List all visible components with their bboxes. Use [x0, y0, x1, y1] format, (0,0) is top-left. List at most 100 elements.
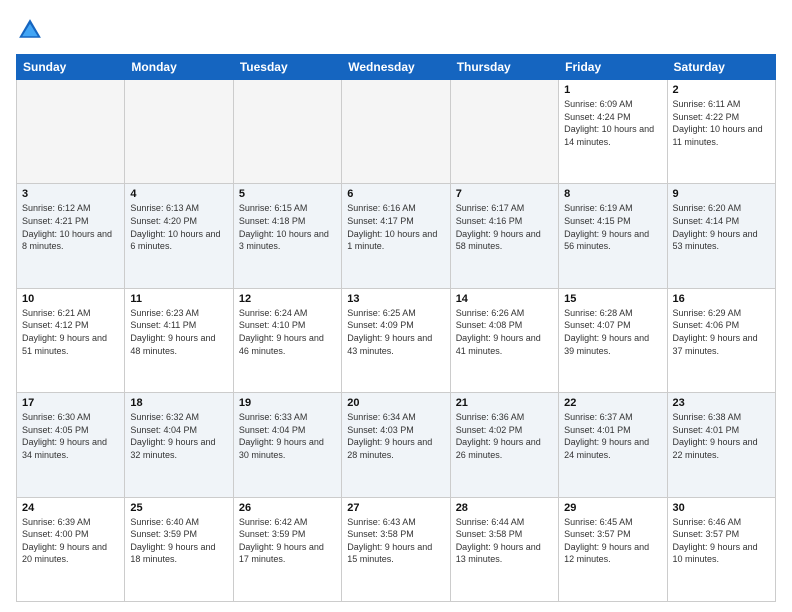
header — [16, 16, 776, 44]
day-number: 20 — [347, 397, 444, 409]
calendar-cell: 17 Sunrise: 6:30 AM Sunset: 4:05 PM Dayli… — [17, 393, 125, 497]
day-info: Sunrise: 6:23 AM Sunset: 4:11 PM Dayligh… — [130, 307, 227, 357]
day-info: Sunrise: 6:40 AM Sunset: 3:59 PM Dayligh… — [130, 516, 227, 566]
calendar-cell — [233, 80, 341, 184]
calendar-cell: 20 Sunrise: 6:34 AM Sunset: 4:03 PM Dayli… — [342, 393, 450, 497]
day-number: 16 — [673, 293, 770, 305]
day-number: 14 — [456, 293, 553, 305]
day-info: Sunrise: 6:17 AM Sunset: 4:16 PM Dayligh… — [456, 202, 553, 252]
page: SundayMondayTuesdayWednesdayThursdayFrid… — [0, 0, 792, 612]
day-info: Sunrise: 6:29 AM Sunset: 4:06 PM Dayligh… — [673, 307, 770, 357]
day-info: Sunrise: 6:39 AM Sunset: 4:00 PM Dayligh… — [22, 516, 119, 566]
calendar-weekday-sunday: Sunday — [17, 55, 125, 80]
calendar-cell: 26 Sunrise: 6:42 AM Sunset: 3:59 PM Dayli… — [233, 497, 341, 601]
calendar-cell: 7 Sunrise: 6:17 AM Sunset: 4:16 PM Daylig… — [450, 184, 558, 288]
day-info: Sunrise: 6:12 AM Sunset: 4:21 PM Dayligh… — [22, 202, 119, 252]
calendar-cell: 4 Sunrise: 6:13 AM Sunset: 4:20 PM Daylig… — [125, 184, 233, 288]
day-info: Sunrise: 6:34 AM Sunset: 4:03 PM Dayligh… — [347, 411, 444, 461]
day-number: 28 — [456, 502, 553, 514]
day-number: 6 — [347, 188, 444, 200]
day-info: Sunrise: 6:32 AM Sunset: 4:04 PM Dayligh… — [130, 411, 227, 461]
day-info: Sunrise: 6:43 AM Sunset: 3:58 PM Dayligh… — [347, 516, 444, 566]
day-number: 8 — [564, 188, 661, 200]
day-number: 4 — [130, 188, 227, 200]
calendar-week-2: 10 Sunrise: 6:21 AM Sunset: 4:12 PM Dayli… — [17, 288, 776, 392]
calendar-cell: 8 Sunrise: 6:19 AM Sunset: 4:15 PM Daylig… — [559, 184, 667, 288]
calendar-cell: 2Sunrise: 6:11 AM Sunset: 4:22 PM Daylig… — [667, 80, 775, 184]
day-info: Sunrise: 6:26 AM Sunset: 4:08 PM Dayligh… — [456, 307, 553, 357]
calendar-weekday-tuesday: Tuesday — [233, 55, 341, 80]
day-info: Sunrise: 6:16 AM Sunset: 4:17 PM Dayligh… — [347, 202, 444, 252]
calendar-cell: 13Sunrise: 6:25 AM Sunset: 4:09 PM Dayli… — [342, 288, 450, 392]
day-number: 22 — [564, 397, 661, 409]
calendar-cell: 1 Sunrise: 6:09 AM Sunset: 4:24 PM Daylig… — [559, 80, 667, 184]
day-number: 7 — [456, 188, 553, 200]
day-info: Sunrise: 6:24 AM Sunset: 4:10 PM Dayligh… — [239, 307, 336, 357]
day-info: Sunrise: 6:19 AM Sunset: 4:15 PM Dayligh… — [564, 202, 661, 252]
calendar-cell: 23 Sunrise: 6:38 AM Sunset: 4:01 PM Dayli… — [667, 393, 775, 497]
day-number: 26 — [239, 502, 336, 514]
calendar-cell: 3Sunrise: 6:12 AM Sunset: 4:21 PM Daylig… — [17, 184, 125, 288]
day-info: Sunrise: 6:15 AM Sunset: 4:18 PM Dayligh… — [239, 202, 336, 252]
day-number: 25 — [130, 502, 227, 514]
calendar-weekday-thursday: Thursday — [450, 55, 558, 80]
calendar-cell: 9Sunrise: 6:20 AM Sunset: 4:14 PM Daylig… — [667, 184, 775, 288]
calendar-table: SundayMondayTuesdayWednesdayThursdayFrid… — [16, 54, 776, 602]
logo — [16, 16, 48, 44]
day-info: Sunrise: 6:33 AM Sunset: 4:04 PM Dayligh… — [239, 411, 336, 461]
day-info: Sunrise: 6:45 AM Sunset: 3:57 PM Dayligh… — [564, 516, 661, 566]
calendar-cell: 10 Sunrise: 6:21 AM Sunset: 4:12 PM Dayli… — [17, 288, 125, 392]
calendar-weekday-friday: Friday — [559, 55, 667, 80]
calendar-cell: 18 Sunrise: 6:32 AM Sunset: 4:04 PM Dayli… — [125, 393, 233, 497]
calendar-header-row: SundayMondayTuesdayWednesdayThursdayFrid… — [17, 55, 776, 80]
calendar-week-3: 17 Sunrise: 6:30 AM Sunset: 4:05 PM Dayli… — [17, 393, 776, 497]
day-info: Sunrise: 6:13 AM Sunset: 4:20 PM Dayligh… — [130, 202, 227, 252]
day-number: 11 — [130, 293, 227, 305]
calendar-cell: 5 Sunrise: 6:15 AM Sunset: 4:18 PM Daylig… — [233, 184, 341, 288]
day-info: Sunrise: 6:42 AM Sunset: 3:59 PM Dayligh… — [239, 516, 336, 566]
day-number: 17 — [22, 397, 119, 409]
day-number: 18 — [130, 397, 227, 409]
calendar-cell: 6 Sunrise: 6:16 AM Sunset: 4:17 PM Daylig… — [342, 184, 450, 288]
logo-icon — [16, 16, 44, 44]
day-number: 19 — [239, 397, 336, 409]
calendar-cell: 30 Sunrise: 6:46 AM Sunset: 3:57 PM Dayli… — [667, 497, 775, 601]
calendar-weekday-saturday: Saturday — [667, 55, 775, 80]
day-number: 29 — [564, 502, 661, 514]
day-number: 30 — [673, 502, 770, 514]
day-number: 23 — [673, 397, 770, 409]
calendar-weekday-wednesday: Wednesday — [342, 55, 450, 80]
day-info: Sunrise: 6:46 AM Sunset: 3:57 PM Dayligh… — [673, 516, 770, 566]
calendar-cell: 28 Sunrise: 6:44 AM Sunset: 3:58 PM Dayli… — [450, 497, 558, 601]
day-info: Sunrise: 6:25 AM Sunset: 4:09 PM Dayligh… — [347, 307, 444, 357]
calendar-cell: 11 Sunrise: 6:23 AM Sunset: 4:11 PM Dayli… — [125, 288, 233, 392]
day-info: Sunrise: 6:30 AM Sunset: 4:05 PM Dayligh… — [22, 411, 119, 461]
calendar-cell: 21 Sunrise: 6:36 AM Sunset: 4:02 PM Dayli… — [450, 393, 558, 497]
day-info: Sunrise: 6:38 AM Sunset: 4:01 PM Dayligh… — [673, 411, 770, 461]
day-info: Sunrise: 6:36 AM Sunset: 4:02 PM Dayligh… — [456, 411, 553, 461]
day-number: 2 — [673, 84, 770, 96]
day-info: Sunrise: 6:37 AM Sunset: 4:01 PM Dayligh… — [564, 411, 661, 461]
calendar-cell: 14 Sunrise: 6:26 AM Sunset: 4:08 PM Dayli… — [450, 288, 558, 392]
day-info: Sunrise: 6:20 AM Sunset: 4:14 PM Dayligh… — [673, 202, 770, 252]
day-number: 27 — [347, 502, 444, 514]
day-number: 10 — [22, 293, 119, 305]
calendar-cell — [17, 80, 125, 184]
day-number: 24 — [22, 502, 119, 514]
day-number: 5 — [239, 188, 336, 200]
calendar-cell: 12Sunrise: 6:24 AM Sunset: 4:10 PM Dayli… — [233, 288, 341, 392]
calendar-cell — [450, 80, 558, 184]
calendar-cell: 27 Sunrise: 6:43 AM Sunset: 3:58 PM Dayli… — [342, 497, 450, 601]
day-info: Sunrise: 6:44 AM Sunset: 3:58 PM Dayligh… — [456, 516, 553, 566]
calendar-cell: 29 Sunrise: 6:45 AM Sunset: 3:57 PM Dayli… — [559, 497, 667, 601]
day-number: 21 — [456, 397, 553, 409]
day-info: Sunrise: 6:21 AM Sunset: 4:12 PM Dayligh… — [22, 307, 119, 357]
calendar-cell: 15Sunrise: 6:28 AM Sunset: 4:07 PM Dayli… — [559, 288, 667, 392]
day-info: Sunrise: 6:09 AM Sunset: 4:24 PM Dayligh… — [564, 98, 661, 148]
calendar-cell: 24 Sunrise: 6:39 AM Sunset: 4:00 PM Dayli… — [17, 497, 125, 601]
calendar-cell: 25 Sunrise: 6:40 AM Sunset: 3:59 PM Dayli… — [125, 497, 233, 601]
day-number: 1 — [564, 84, 661, 96]
calendar-weekday-monday: Monday — [125, 55, 233, 80]
calendar-week-4: 24 Sunrise: 6:39 AM Sunset: 4:00 PM Dayli… — [17, 497, 776, 601]
calendar-week-0: 1 Sunrise: 6:09 AM Sunset: 4:24 PM Daylig… — [17, 80, 776, 184]
